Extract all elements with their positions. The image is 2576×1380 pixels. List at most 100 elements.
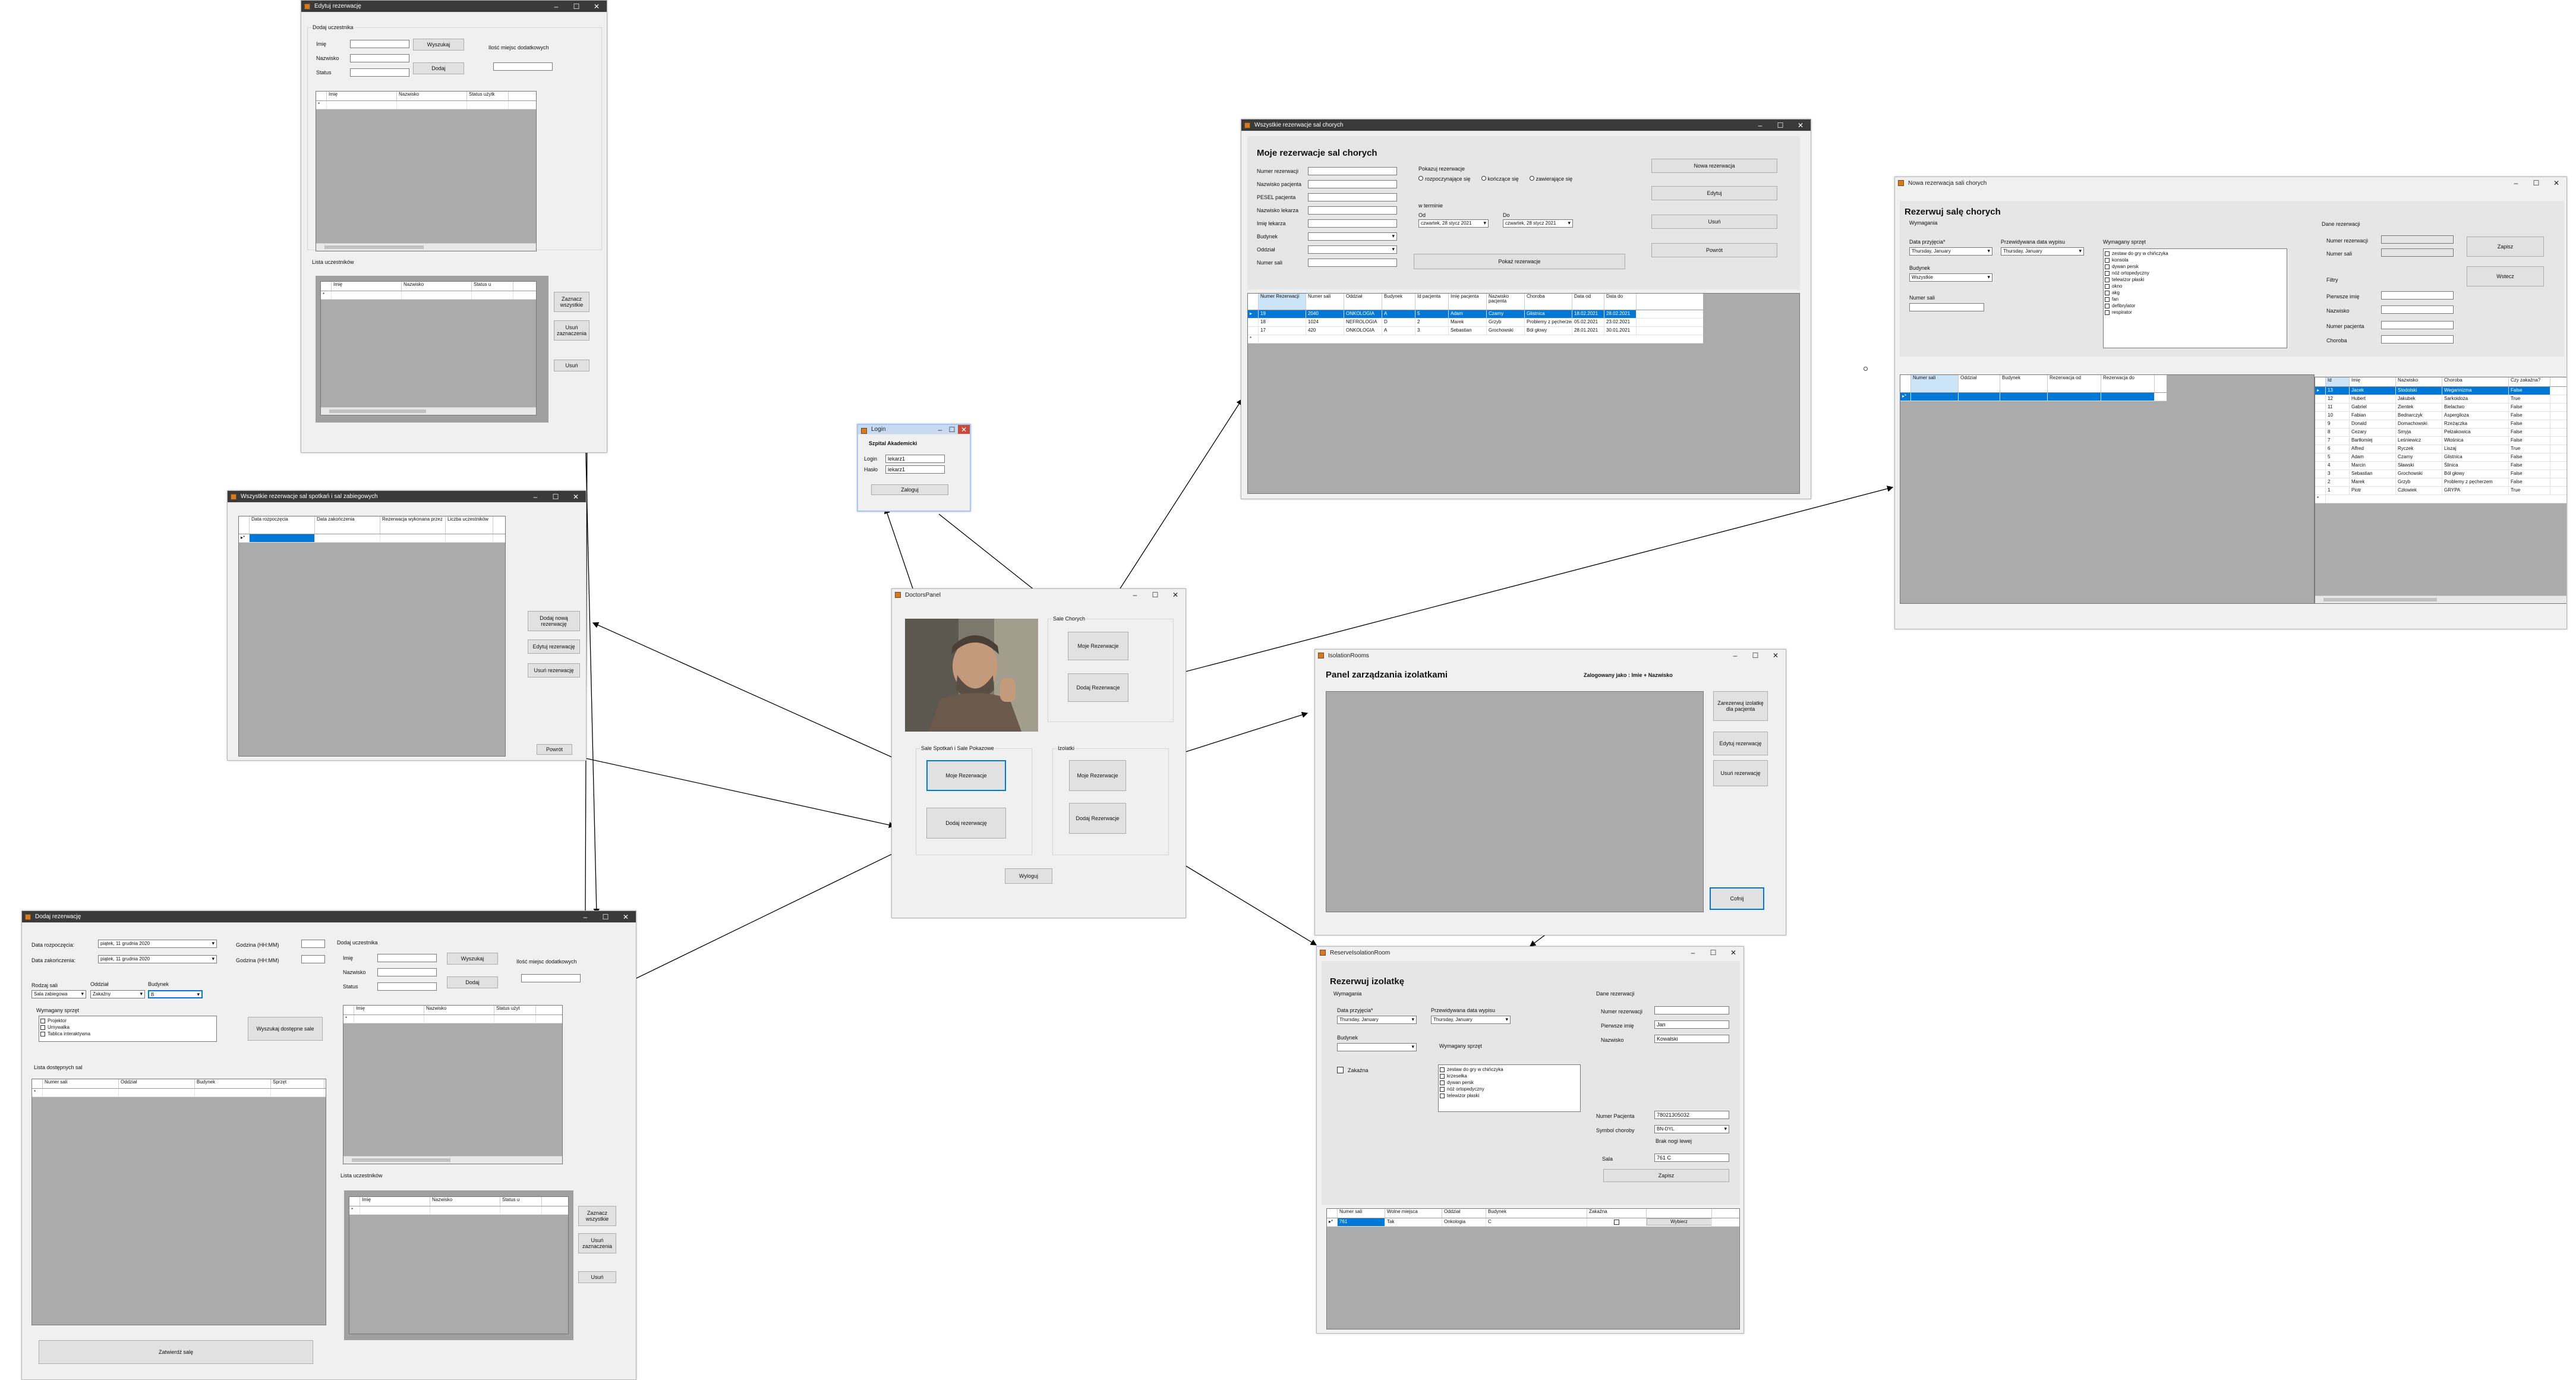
isolation-rooms-grid[interactable]: Numer sali Wolne miejsca Oddział Budynek Zak… <box>1326 1208 1740 1329</box>
table-row[interactable]: 6 Alfred Ryczek Liszaj True <box>2315 445 2566 453</box>
infectious-checkbox[interactable] <box>1337 1067 1344 1073</box>
building-select[interactable] <box>1337 1043 1417 1051</box>
reserve-isolation-button[interactable]: Zarezerwuj izolatkę dla pacjenta <box>1713 691 1768 721</box>
table-row[interactable]: 11 Gabriel Zientek Bielactwo False <box>2315 404 2566 412</box>
field-input[interactable] <box>1308 206 1397 215</box>
close-icon[interactable]: ✕ <box>1765 650 1786 661</box>
close-icon[interactable]: ✕ <box>1165 589 1185 601</box>
close-icon[interactable]: ✕ <box>566 491 586 502</box>
equipment-item[interactable]: akg <box>2105 289 2285 296</box>
select-all-button[interactable]: Zaznacz wszystkie <box>578 1206 616 1226</box>
remove-selected-button[interactable]: Usuń zaznaczenia <box>554 320 589 341</box>
add-button[interactable]: Dodaj <box>413 62 464 74</box>
extra-seats-input[interactable] <box>521 974 581 982</box>
remove-button[interactable]: Usuń <box>578 1271 616 1283</box>
maximize-icon[interactable]: ☐ <box>595 911 616 922</box>
name-input[interactable] <box>377 954 437 962</box>
reservation-number-input[interactable] <box>2381 235 2454 244</box>
add-new-reservation-button[interactable]: Dodaj nową rezerwację <box>528 611 580 631</box>
new-row[interactable]: * <box>2315 495 2566 503</box>
table-row[interactable]: 4 Marcin Sławski Ślinica False <box>2315 462 2566 470</box>
field-input[interactable] <box>1308 180 1397 188</box>
table-row[interactable]: 7 Bartłomiej Leśniewicz Włośnica False <box>2315 437 2566 445</box>
isolation-rooms-add-reservation-button[interactable]: Dodaj Rezerwacje <box>1069 803 1126 834</box>
maximize-icon[interactable]: ☐ <box>1770 119 1790 131</box>
field-input[interactable] <box>1308 193 1397 201</box>
building-select[interactable]: Wszystkie <box>1909 273 1992 282</box>
admission-date-picker[interactable]: Thursday, January <box>1337 1016 1417 1024</box>
rooms-grid[interactable]: Numer sali Oddział Budynek Rezerwacja od Rez… <box>1900 374 2315 604</box>
table-row[interactable]: ▸ 19 2040 ONKOLOGIA A 5 Adam Czarny Glistnica 18.… <box>1248 310 1703 319</box>
disease-symbol-select[interactable]: BN-DYL <box>1654 1125 1729 1133</box>
surname-input[interactable] <box>377 968 437 976</box>
equipment-item[interactable]: fan <box>2105 296 2285 303</box>
remove-selected-button[interactable]: Usuń zaznaczenia <box>578 1233 616 1253</box>
add-button[interactable]: Dodaj <box>447 976 498 988</box>
to-date-picker[interactable]: czwartek, 28 stycz 2021 <box>1503 219 1573 228</box>
status-input[interactable] <box>350 68 409 77</box>
equipment-item[interactable]: Projektor <box>40 1017 215 1024</box>
horizontal-scrollbar[interactable] <box>321 407 536 415</box>
logout-button[interactable]: Wyloguj <box>1005 868 1052 884</box>
remove-button[interactable]: Usuń <box>554 360 589 371</box>
equipment-item[interactable]: dywan persk <box>1440 1079 1579 1086</box>
equipment-item[interactable]: krzesełka <box>1440 1073 1579 1079</box>
equipment-item[interactable]: konsola <box>2105 257 2285 263</box>
surname-input[interactable] <box>350 54 409 62</box>
table-row[interactable]: 9 Donald Domachowski Rzeżączka False <box>2315 420 2566 429</box>
room-number-input[interactable] <box>1909 303 1984 311</box>
field-input[interactable] <box>1308 232 1397 241</box>
login-input[interactable]: lekarz1 <box>885 455 945 463</box>
select-all-button[interactable]: Zaznacz wszystkie <box>554 292 589 312</box>
select-button[interactable]: Wybierz <box>1647 1218 1711 1225</box>
maximize-icon[interactable]: ☐ <box>1145 589 1165 601</box>
minimize-icon[interactable]: – <box>1725 650 1745 661</box>
back-button[interactable]: Wstecz <box>2467 266 2544 286</box>
save-button[interactable]: Zapisz <box>1603 1169 1729 1182</box>
discharge-date-picker[interactable]: Thursday, January <box>1431 1016 1511 1024</box>
maximize-icon[interactable]: ☐ <box>1745 650 1765 661</box>
sick-rooms-my-reservations-button[interactable]: Moje Rezerwacje <box>1068 632 1128 660</box>
reservation-number-input[interactable] <box>1654 1006 1729 1014</box>
patients-grid[interactable]: Id Imię Nazwisko Choroba Czy zakaźna? ▸ 13 Jac… <box>2315 377 2566 604</box>
equipment-item[interactable]: respirator <box>2105 309 2285 316</box>
minimize-icon[interactable]: – <box>934 425 946 434</box>
field-input[interactable] <box>1308 219 1397 228</box>
surname-input[interactable]: Kowalski <box>1654 1035 1729 1043</box>
close-icon[interactable]: ✕ <box>587 1 607 12</box>
delete-reservation-button[interactable]: Usuń rezerwację <box>1713 760 1768 786</box>
edit-button[interactable]: Edytuj <box>1651 186 1777 200</box>
back-button[interactable]: Cofnij <box>1710 887 1764 910</box>
equipment-item[interactable]: Tablica interaktywna <box>40 1031 215 1037</box>
equipment-checklist[interactable]: Projektor Umywalka Tablica interaktywna <box>39 1016 217 1042</box>
approve-room-button[interactable]: Zatwierdź salę <box>39 1340 313 1364</box>
search-button[interactable]: Wyszukaj <box>447 953 498 965</box>
minimize-icon[interactable]: – <box>575 911 595 922</box>
equipment-item[interactable]: okno <box>2105 283 2285 289</box>
isolation-rooms-my-reservations-button[interactable]: Moje Rezerwacje <box>1069 760 1126 791</box>
radio-starting[interactable]: rozpoczynające się <box>1425 176 1471 182</box>
meeting-rooms-my-reservations-button[interactable]: Moje Rezerwacje <box>926 760 1006 791</box>
field-input[interactable] <box>1308 259 1397 267</box>
filter-disease-input[interactable] <box>2381 335 2454 344</box>
minimize-icon[interactable]: – <box>546 1 566 12</box>
equipment-item[interactable]: Umywalka <box>40 1024 215 1031</box>
horizontal-scrollbar[interactable] <box>343 1156 562 1164</box>
table-row[interactable]: 17 420 ONKOLOGIA A 3 Sebastian Grochowski Ból g… <box>1248 327 1703 335</box>
minimize-icon[interactable]: – <box>2506 177 2526 189</box>
new-row[interactable]: * <box>1248 335 1703 344</box>
equipment-checklist[interactable]: zestaw do gry w chińczyka krzesełka dywan … <box>1438 1064 1581 1112</box>
login-button[interactable]: Zaloguj <box>871 484 948 495</box>
end-hour-input[interactable] <box>301 955 325 963</box>
maximize-icon[interactable]: ☐ <box>566 1 587 12</box>
extra-seats-input[interactable] <box>493 62 553 71</box>
table-row[interactable]: 1 Piotr Człowiek GRYPA True <box>2315 487 2566 495</box>
sick-rooms-add-reservation-button[interactable]: Dodaj Rezerwacje <box>1068 673 1128 702</box>
equipment-item[interactable]: defibrylator <box>2105 303 2285 309</box>
equipment-item[interactable]: telewizor płaski <box>1440 1092 1579 1099</box>
table-row[interactable]: 2 Marek Grzyb Problemy z pęcherzem False <box>2315 478 2566 487</box>
table-row[interactable]: 12 Hubert Jakubek Sarkoidoza True <box>2315 395 2566 404</box>
filter-surname-input[interactable] <box>2381 305 2454 314</box>
show-reservations-button[interactable]: Pokaż rezerwacje <box>1414 254 1625 269</box>
building-select[interactable]: B <box>148 990 203 998</box>
